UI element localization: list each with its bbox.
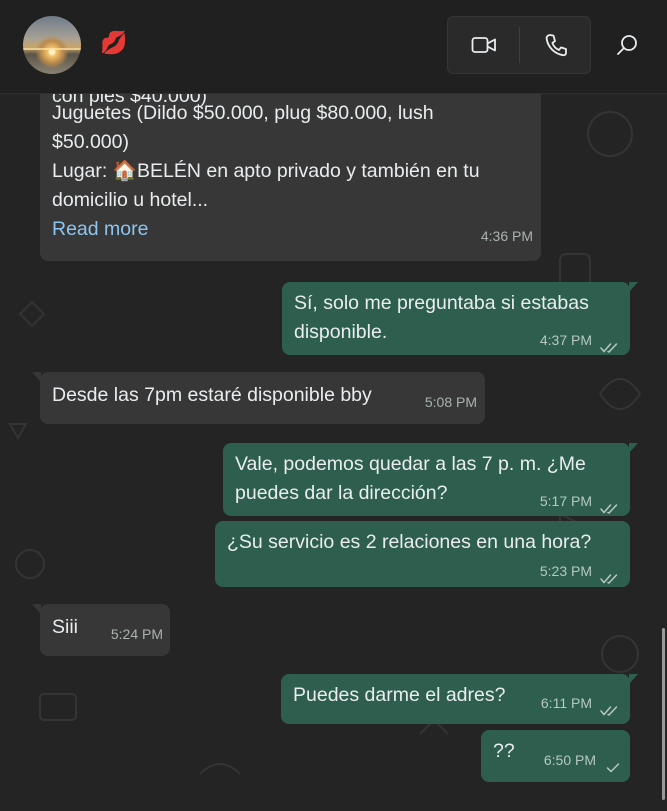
message-time: 5:17 PM [539,493,592,509]
message-time: 5:23 PM [539,563,592,579]
search-icon [616,34,638,56]
message-text: Puedes darme el adres? [293,684,506,706]
double-check-icon [600,697,620,726]
search-button[interactable] [604,23,650,67]
message-time: 4:36 PM [480,228,533,244]
double-check-icon [600,565,620,594]
message-text: puedes dar la dirección? [235,482,448,504]
message-outgoing[interactable]: Vale, podemos quedar a las 7 p. m. ¿Me p… [223,443,638,516]
message-time: 5:08 PM [424,394,477,410]
message-text: ?? [493,740,515,762]
message-incoming[interactable]: con pies $40.000) Juguetes (Dildo $50.00… [40,94,541,261]
message-list[interactable]: con pies $40.000) Juguetes (Dildo $50.00… [0,94,667,811]
video-camera-icon [471,35,497,55]
message-text: disponible. [294,321,388,343]
message-time: 4:37 PM [539,332,592,348]
message-time: 6:50 PM [543,752,596,768]
message-outgoing[interactable]: Sí, solo me preguntaba si estabas dispon… [282,282,638,355]
chat-header: 💋 [0,0,667,94]
double-check-icon [600,495,620,524]
contact-name[interactable]: 💋 [100,30,127,56]
message-incoming[interactable]: Siii 5:24 PM [32,604,170,656]
message-text: Desde las 7pm estaré disponible bby [52,384,372,406]
message-outgoing[interactable]: ?? 6:50 PM [481,730,630,782]
read-more-link[interactable]: Read more [52,215,148,244]
message-text: Vale, podemos quedar a las 7 p. m. ¿Me [235,453,586,475]
message-text: domicilio u hotel... [52,189,209,211]
message-text: Sí, solo me preguntaba si estabas [294,292,589,314]
single-check-icon [606,754,620,783]
phone-icon [545,33,567,57]
message-outgoing[interactable]: Puedes darme el adres? 6:11 PM [281,674,638,726]
message-text: ¿Su servicio es 2 relaciones en una hora… [227,531,592,553]
message-text: Siii [52,616,79,638]
message-outgoing[interactable]: ¿Su servicio es 2 relaciones en una hora… [215,521,630,587]
double-check-icon [600,334,620,363]
message-incoming[interactable]: Desde las 7pm estaré disponible bby 5:08… [32,372,485,424]
voice-call-button[interactable] [520,17,592,73]
scrollbar-thumb[interactable] [662,628,665,800]
contact-avatar[interactable] [23,16,81,74]
message-text: Lugar: 🏠BELÉN en apto privado y también … [52,160,480,182]
message-text: Juguetes (Dildo $50.000, plug $80.000, l… [52,102,434,124]
message-time: 5:24 PM [110,626,163,642]
video-call-button[interactable] [448,17,520,73]
message-time: 6:11 PM [540,695,592,711]
call-button-group [447,16,591,74]
message-text: $50.000) [52,131,129,153]
